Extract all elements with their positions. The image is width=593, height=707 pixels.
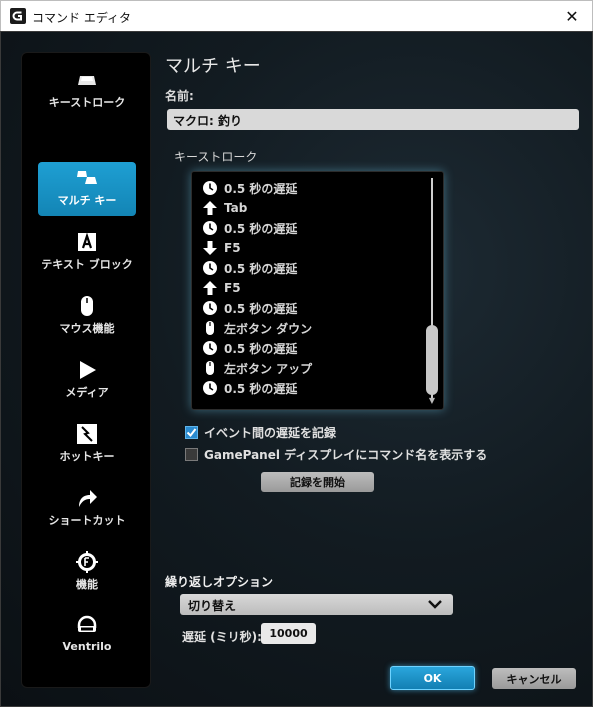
text-block-icon (78, 232, 96, 251)
checkmark-icon (186, 428, 197, 438)
sidebar-item-function[interactable]: 機能 (38, 546, 136, 600)
list-item[interactable]: Tab (202, 198, 247, 218)
clock-icon (203, 301, 217, 315)
close-icon: ✕ (565, 6, 579, 26)
sidebar-item-media[interactable]: メディア (38, 354, 136, 408)
gamepanel-option[interactable]: GamePanel ディスプレイにコマンド名を表示する (185, 446, 487, 463)
record-delay-option[interactable]: イベント間の遅延を記録 (185, 424, 336, 441)
sidebar: キーストローク マルチ キー テキスト ブロック マウス機能 メディア ホットキ… (21, 52, 151, 688)
list-item[interactable]: F5 (202, 278, 241, 298)
repeat-select[interactable]: 切り替え (180, 594, 453, 615)
sidebar-item-keystroke[interactable]: キーストローク (38, 64, 136, 118)
clock-icon (203, 381, 217, 395)
clock-icon (203, 341, 217, 355)
logitech-logo-icon (10, 8, 26, 24)
dialog-body: キーストローク マルチ キー テキスト ブロック マウス機能 メディア ホットキ… (0, 31, 593, 707)
record-delay-label: イベント間の遅延を記録 (204, 426, 337, 440)
list-item-text: Tab (224, 201, 248, 215)
clock-icon (203, 221, 217, 235)
sidebar-item-label: Ventrilo (62, 640, 112, 653)
list-item[interactable]: 0.5 秒の遅延 (202, 178, 297, 198)
clock-icon (203, 181, 217, 195)
list-item[interactable]: 0.5 秒の遅延 (202, 218, 297, 238)
sidebar-item-label: メディア (65, 386, 109, 399)
keystroke-list[interactable]: 0.5 秒の遅延 Tab 0.5 秒の遅延 F5 0.5 秒の遅延 F5 0.5… (191, 171, 444, 410)
sidebar-item-label: マウス機能 (59, 322, 115, 335)
sidebar-item-label: テキスト ブロック (41, 258, 133, 271)
repeat-options-label: 繰り返しオプション (165, 575, 274, 589)
list-item[interactable]: 左ボタン ダウン (202, 318, 312, 338)
scroll-down-icon[interactable]: ▼ (427, 396, 437, 406)
window-title: コマンド エディタ (32, 11, 131, 25)
title-bar: コマンド エディタ ✕ (0, 0, 593, 31)
chevron-down-icon (428, 600, 442, 609)
sidebar-item-label: キーストローク (48, 96, 126, 109)
gamepanel-checkbox[interactable] (185, 448, 198, 461)
clock-icon (203, 261, 217, 275)
shortcut-arrow-icon (79, 490, 97, 507)
list-item[interactable]: 0.5 秒の遅延 (202, 338, 297, 358)
delay-field[interactable]: 10000 (261, 623, 316, 644)
sidebar-item-text-block[interactable]: テキスト ブロック (38, 226, 136, 280)
sidebar-item-mouse[interactable]: マウス機能 (38, 290, 136, 344)
mouse-icon (81, 296, 93, 316)
sidebar-item-multikey[interactable]: マルチ キー (38, 162, 136, 216)
sidebar-item-ventrilo[interactable]: Ventrilo (38, 610, 136, 664)
record-delay-checkbox[interactable] (185, 426, 198, 439)
scrollbar-thumb[interactable] (426, 325, 438, 395)
list-item-text: 左ボタン アップ (224, 361, 313, 376)
list-item-text: 0.5 秒の遅延 (224, 341, 298, 356)
keystroke-section-label: キーストローク (174, 150, 258, 164)
list-item-text: 0.5 秒の遅延 (224, 381, 298, 396)
arrow-up-icon (203, 281, 217, 295)
list-item-text: 0.5 秒の遅延 (224, 221, 298, 236)
mouse-icon (206, 361, 214, 375)
list-item[interactable]: F5 (202, 238, 241, 258)
sidebar-item-shortcut[interactable]: ショートカット (38, 482, 136, 536)
sidebar-item-label: 機能 (76, 578, 98, 591)
arrow-up-icon (203, 201, 217, 215)
list-item-text: F5 (224, 281, 241, 295)
list-item-text: 0.5 秒の遅延 (224, 301, 298, 316)
keystroke-icon (78, 76, 96, 85)
list-item[interactable]: 0.5 秒の遅延 (202, 258, 297, 278)
gamepanel-label: GamePanel ディスプレイにコマンド名を表示する (204, 448, 488, 462)
close-button[interactable]: ✕ (552, 1, 592, 31)
list-item-text: 0.5 秒の遅延 (224, 261, 298, 276)
function-gear-icon (76, 551, 98, 573)
name-field[interactable]: マクロ: 釣り (167, 109, 579, 130)
cancel-button[interactable]: キャンセル (492, 668, 576, 689)
list-item-text: 左ボタン ダウン (224, 321, 313, 336)
page-title: マルチ キー (165, 56, 261, 77)
start-record-button[interactable]: 記録を開始 (261, 472, 374, 492)
sidebar-item-label: マルチ キー (57, 194, 117, 207)
multikey-icon (77, 171, 97, 184)
sidebar-item-label: ショートカット (48, 514, 126, 527)
list-item-text: 0.5 秒の遅延 (224, 181, 298, 196)
hotkey-icon (77, 424, 97, 444)
headset-icon (77, 615, 97, 632)
list-item[interactable]: 0.5 秒の遅延 (202, 378, 297, 398)
list-item[interactable]: 0.5 秒の遅延 (202, 298, 297, 318)
sidebar-item-hotkey[interactable]: ホットキー (38, 418, 136, 472)
arrow-down-icon (203, 241, 217, 255)
play-icon (80, 361, 96, 379)
list-item[interactable]: 左ボタン アップ (202, 358, 312, 378)
repeat-select-value: 切り替え (188, 599, 237, 613)
ok-button[interactable]: OK (390, 666, 475, 690)
list-item-text: F5 (224, 241, 241, 255)
sidebar-item-label: ホットキー (59, 450, 115, 463)
delay-label: 遅延 (ミリ秒): (182, 630, 262, 644)
name-label: 名前: (165, 89, 194, 103)
mouse-icon (206, 321, 214, 335)
